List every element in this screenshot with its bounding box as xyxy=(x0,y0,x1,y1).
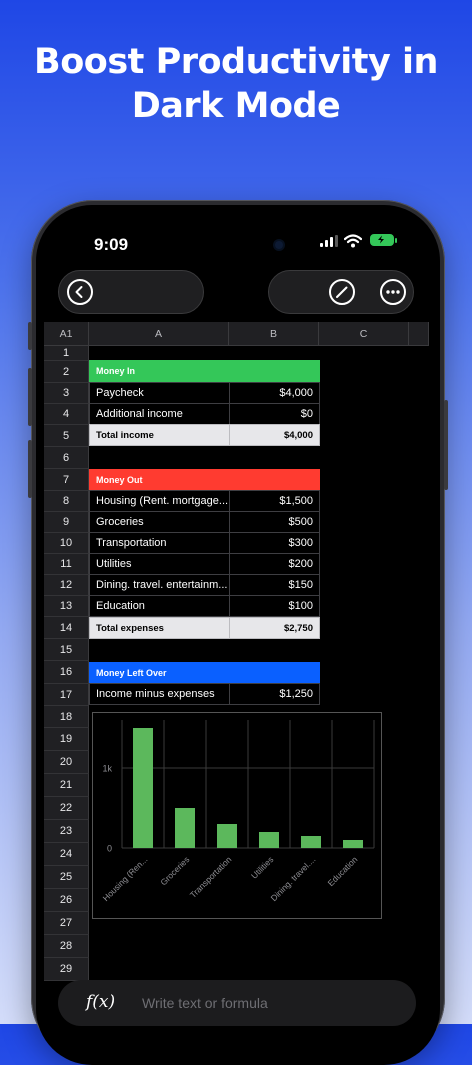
battery-cap xyxy=(395,238,397,243)
income-value[interactable]: $0 xyxy=(229,403,320,425)
chevron-left-icon xyxy=(75,286,83,298)
row-number[interactable]: 10 xyxy=(44,533,89,554)
volume-down-button xyxy=(28,440,32,498)
side-button xyxy=(28,322,32,350)
column-header-d[interactable] xyxy=(409,322,429,346)
row-number[interactable]: 17 xyxy=(44,684,89,706)
chart-bar xyxy=(175,808,195,848)
column-header-a[interactable]: A xyxy=(89,322,229,346)
formula-bar[interactable]: f(x) Write text or formula xyxy=(58,980,416,1026)
row-number[interactable]: 24 xyxy=(44,843,89,866)
row-number[interactable]: 18 xyxy=(44,706,89,728)
expense-label[interactable]: Housing (Rent. mortgage.... xyxy=(89,490,230,512)
row-number[interactable]: 7 xyxy=(44,469,89,491)
money-in-header[interactable]: Money In xyxy=(89,360,320,382)
expense-value[interactable]: $200 xyxy=(229,553,320,575)
edit-button[interactable] xyxy=(329,279,355,305)
chart-bar xyxy=(343,840,363,848)
expense-value[interactable]: $150 xyxy=(229,574,320,596)
row-number[interactable]: 15 xyxy=(44,639,89,661)
row-number[interactable]: 8 xyxy=(44,491,89,512)
row-number[interactable]: 14 xyxy=(44,617,89,639)
battery-icon xyxy=(370,234,394,246)
row-number[interactable]: 4 xyxy=(44,404,89,425)
expense-label[interactable]: Transportation xyxy=(89,532,230,554)
total-income-value[interactable]: $4,000 xyxy=(229,424,320,446)
y-tick-label: 1k xyxy=(102,764,112,774)
row-number[interactable]: 5 xyxy=(44,425,89,447)
money-out-header[interactable]: Money Out xyxy=(89,469,320,491)
row-number[interactable]: 3 xyxy=(44,383,89,404)
wifi-icon xyxy=(344,234,362,248)
total-expenses-label[interactable]: Total expenses xyxy=(89,617,230,639)
row-number[interactable]: 6 xyxy=(44,447,89,469)
expense-label[interactable]: Utilities xyxy=(89,553,230,575)
status-time: 9:09 xyxy=(94,235,129,254)
power-button xyxy=(444,400,448,490)
row-number[interactable]: 1 xyxy=(44,346,89,361)
ellipsis-icon xyxy=(386,290,400,294)
income-label[interactable]: Paycheck xyxy=(89,382,230,404)
row-number[interactable]: 13 xyxy=(44,596,89,617)
income-minus-expenses-value[interactable]: $1,250 xyxy=(229,683,320,705)
income-label[interactable]: Additional income xyxy=(89,403,230,425)
chart-bar xyxy=(259,832,279,848)
row-number[interactable]: 20 xyxy=(44,751,89,774)
headline: Boost Productivity in Dark Mode xyxy=(34,42,438,126)
cell-ref[interactable]: A1 xyxy=(44,322,89,346)
column-header-c[interactable]: C xyxy=(319,322,409,346)
expenses-bar-chart[interactable]: 01kHousing (Ren... GroceriesTransportatio… xyxy=(92,712,382,919)
income-minus-expenses-label[interactable]: Income minus expenses xyxy=(89,683,230,705)
row-number[interactable]: 27 xyxy=(44,912,89,935)
function-icon[interactable]: f(x) xyxy=(86,992,115,1012)
chart-bar xyxy=(133,728,153,848)
expense-value[interactable]: $500 xyxy=(229,511,320,533)
row-number[interactable]: 25 xyxy=(44,866,89,889)
pencil-icon xyxy=(336,286,348,298)
expense-label[interactable]: Dining. travel. entertainm... xyxy=(89,574,230,596)
chart-bar xyxy=(301,836,321,848)
row-number[interactable]: 28 xyxy=(44,935,89,958)
row-number[interactable]: 19 xyxy=(44,728,89,751)
row-number[interactable]: 11 xyxy=(44,554,89,575)
row-number[interactable]: 29 xyxy=(44,958,89,981)
row-number[interactable]: 2 xyxy=(44,361,89,383)
row-number[interactable]: 22 xyxy=(44,797,89,820)
y-tick-label: 0 xyxy=(107,844,112,854)
total-expenses-value[interactable]: $2,750 xyxy=(229,617,320,639)
volume-up-button xyxy=(28,368,32,426)
expense-value[interactable]: $100 xyxy=(229,595,320,617)
expense-label[interactable]: Education xyxy=(89,595,230,617)
camera-dot xyxy=(275,241,283,249)
back-button[interactable] xyxy=(67,279,93,305)
row-number[interactable]: 21 xyxy=(44,774,89,797)
row-number[interactable]: 12 xyxy=(44,575,89,596)
row-number[interactable]: 23 xyxy=(44,820,89,843)
expense-value[interactable]: $1,500 xyxy=(229,490,320,512)
status-icons xyxy=(320,234,362,248)
column-header-b[interactable]: B xyxy=(229,322,319,346)
screen: 9:09 A1 A B C 1 2 3 4 5 6 7 8 9 10 11 12… xyxy=(36,205,440,1065)
formula-input[interactable]: Write text or formula xyxy=(142,995,268,1011)
signal-icon xyxy=(320,235,338,247)
expense-label[interactable]: Groceries xyxy=(89,511,230,533)
money-left-over-header[interactable]: Money Left Over xyxy=(89,662,320,684)
total-income-label[interactable]: Total income xyxy=(89,424,230,446)
chart-bar xyxy=(217,824,237,848)
income-value[interactable]: $4,000 xyxy=(229,382,320,404)
row-number[interactable]: 26 xyxy=(44,889,89,912)
more-button[interactable] xyxy=(380,279,406,305)
expense-value[interactable]: $300 xyxy=(229,532,320,554)
row-number[interactable]: 9 xyxy=(44,512,89,533)
row-number[interactable]: 16 xyxy=(44,661,89,684)
